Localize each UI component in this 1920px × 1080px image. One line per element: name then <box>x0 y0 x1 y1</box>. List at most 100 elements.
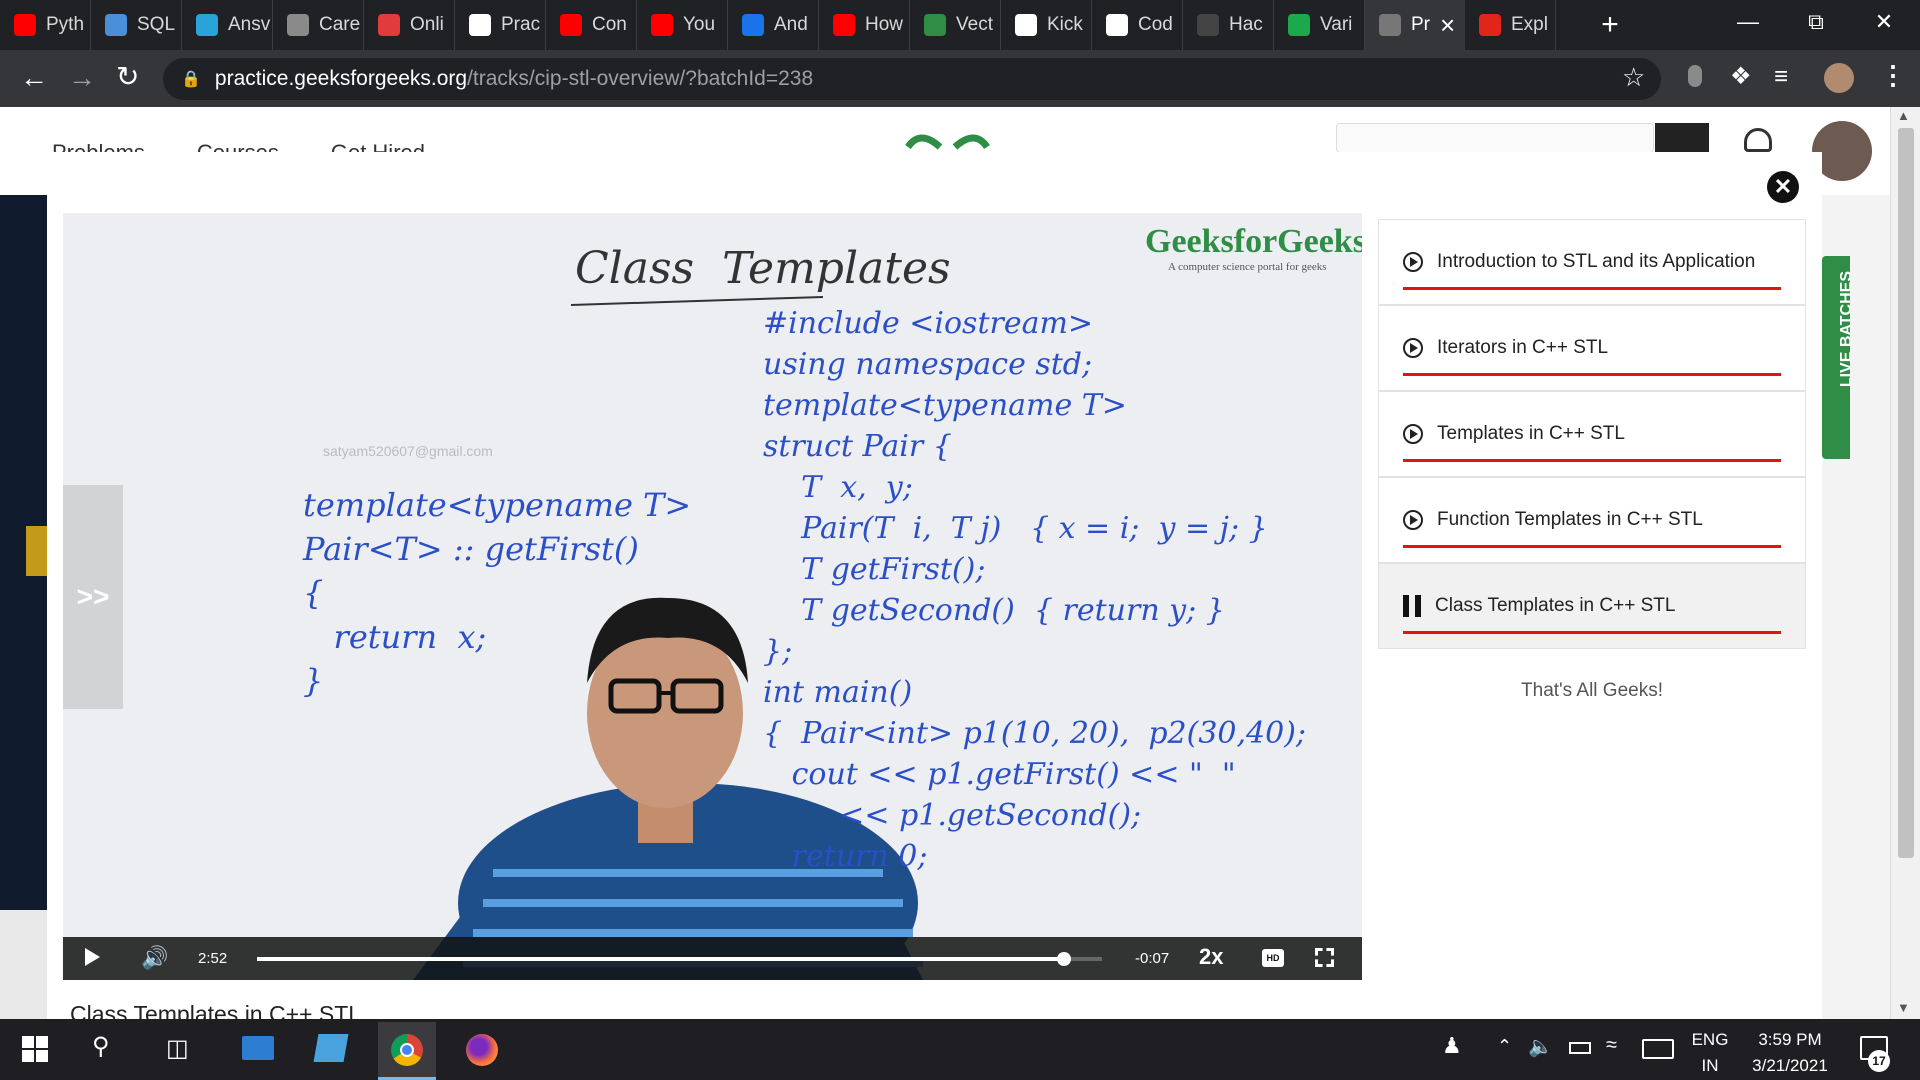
browser-tab[interactable]: SQL <box>91 0 182 50</box>
browser-tab[interactable]: How <box>819 0 910 50</box>
browser-tab[interactable]: Onli <box>364 0 455 50</box>
whiteboard-code-right: #include <iostream> using namespace std; t… <box>763 303 1306 877</box>
video-watermark-sub: A computer science portal for geeks <box>1168 261 1327 273</box>
browser-tab[interactable]: Vari <box>1274 0 1365 50</box>
wifi-icon[interactable]: ≈ <box>1606 1034 1617 1057</box>
forward-icon[interactable]: → <box>68 62 96 94</box>
notepad-icon[interactable] <box>313 1034 349 1062</box>
scrollbar-thumb[interactable] <box>1898 128 1914 858</box>
browser-tab[interactable]: Ansv <box>182 0 273 50</box>
windows-taskbar <box>0 1019 1920 1080</box>
whiteboard-title: Class Templates <box>575 243 951 294</box>
speed-button[interactable]: 2x <box>1199 944 1223 970</box>
live-batches-tab[interactable]: LIVE BATCHES <box>1822 256 1850 459</box>
progress-handle[interactable] <box>1056 952 1071 966</box>
browser-tab[interactable]: And <box>728 0 819 50</box>
adobe-icon <box>1479 14 1501 36</box>
close-modal-icon[interactable]: ✕ <box>1767 171 1799 203</box>
playlist-item-title: Class Templates in C++ STL <box>1435 595 1676 616</box>
whiteboard-code-line: Pair<T> :: getFirst() <box>303 530 639 568</box>
battery-icon[interactable] <box>1569 1042 1591 1054</box>
show-hidden-icons[interactable]: ⌃ <box>1497 1036 1512 1057</box>
reload-icon[interactable]: ↻ <box>116 60 139 93</box>
play-icon[interactable] <box>85 948 100 966</box>
nav-get-hired[interactable]: Get Hired <box>331 140 425 152</box>
whiteboard-code-line: T x, y; <box>763 470 913 505</box>
clock[interactable]: 3:59 PM 3/21/2021 <box>1740 1027 1840 1079</box>
bookmark-star-icon[interactable]: ☆ <box>1622 62 1645 93</box>
browser-tab[interactable]: Care <box>273 0 364 50</box>
browser-tab-label: Prac <box>501 14 541 35</box>
browser-tab[interactable]: Prac <box>455 0 546 50</box>
gfg-logo[interactable] <box>900 125 995 152</box>
url-host: practice.geeksforgeeks.org <box>214 67 468 90</box>
scroll-down-icon[interactable]: ▼ <box>1897 1000 1910 1015</box>
browser-tab-label: Vari <box>1320 14 1353 35</box>
browser-tab[interactable]: You <box>637 0 728 50</box>
notification-count-badge: 17 <box>1868 1050 1890 1072</box>
media-control-icon[interactable]: ≡ <box>1774 63 1788 91</box>
site-search-button[interactable] <box>1655 123 1709 153</box>
browser-tab[interactable]: Pyth <box>0 0 91 50</box>
browser-tab[interactable]: Cod <box>1092 0 1183 50</box>
speaker-icon[interactable]: 🔈 <box>1528 1034 1553 1059</box>
chrome-menu-icon[interactable]: ⋮ <box>1880 60 1906 91</box>
people-icon[interactable]: ♟ <box>1442 1033 1462 1059</box>
keyboard-icon[interactable] <box>1642 1039 1674 1059</box>
volume-icon[interactable]: 🔊 <box>141 945 168 971</box>
lock-icon: 🔒 <box>181 71 201 88</box>
scroll-up-icon[interactable]: ▲ <box>1897 108 1910 123</box>
playlist-item[interactable]: Iterators in C++ STL <box>1378 305 1806 391</box>
windows-start-icon[interactable] <box>22 1036 48 1062</box>
nav-problems[interactable]: Problems <box>52 140 145 152</box>
whiteboard-code-line: }; <box>763 634 793 669</box>
close-tab-icon[interactable]: × <box>1440 10 1455 41</box>
playlist-item[interactable]: Introduction to STL and its Application <box>1378 219 1806 305</box>
bell-icon[interactable] <box>1744 128 1772 152</box>
profile-avatar[interactable] <box>1824 63 1854 93</box>
nav-courses[interactable]: Courses <box>197 140 279 152</box>
play-circle-icon <box>1403 252 1423 272</box>
task-view-icon[interactable]: ◫ <box>166 1034 189 1063</box>
video-player[interactable]: >> GeeksforGeeks A computer science port… <box>63 213 1362 980</box>
browser-tab[interactable]: Kick <box>1001 0 1092 50</box>
document-icon <box>105 14 127 36</box>
browser-tab[interactable]: Pr × <box>1365 0 1465 50</box>
minimize-icon[interactable]: — <box>1714 9 1782 35</box>
whiteboard-code-left: template<typename T> Pair<T> :: getFirst(… <box>303 483 691 703</box>
playlist-footer: That's All Geeks! <box>1521 680 1663 701</box>
new-tab-button[interactable]: + <box>1590 8 1630 42</box>
browser-tab[interactable]: Vect <box>910 0 1001 50</box>
restore-icon[interactable]: ⧉ <box>1782 9 1850 35</box>
browser-tab[interactable]: Expl <box>1465 0 1556 50</box>
google-icon <box>1015 14 1037 36</box>
close-window-icon[interactable]: ✕ <box>1850 9 1918 35</box>
sidebar-toggle-label: >> <box>76 581 110 612</box>
site-search-input[interactable] <box>1336 123 1654 153</box>
language-indicator[interactable]: ENG IN <box>1690 1027 1730 1079</box>
sidebar-toggle-button[interactable]: >> <box>63 485 123 709</box>
playlist-item[interactable]: Class Templates in C++ STL <box>1378 563 1806 649</box>
pause-icon <box>1403 595 1421 617</box>
whiteboard-code-line: } <box>303 662 324 700</box>
playlist-item[interactable]: Templates in C++ STL <box>1378 391 1806 477</box>
hd-button[interactable]: HD <box>1262 949 1284 967</box>
back-icon[interactable]: ← <box>20 62 48 94</box>
google-icon <box>1106 14 1128 36</box>
address-bar[interactable]: 🔒 practice.geeksforgeeks.org/tracks/cip-… <box>163 58 1661 100</box>
extension-icon[interactable] <box>1688 65 1702 87</box>
this-pc-icon[interactable] <box>242 1036 274 1060</box>
youtube-icon <box>14 14 36 36</box>
playlist-item-progress <box>1403 459 1781 462</box>
playlist-item[interactable]: Function Templates in C++ STL <box>1378 477 1806 563</box>
search-icon[interactable]: ⚲ <box>92 1032 110 1061</box>
browser-tab[interactable]: Con <box>546 0 637 50</box>
firefox-icon[interactable] <box>466 1034 498 1066</box>
clock-date: 3/21/2021 <box>1752 1056 1828 1075</box>
extensions-puzzle-icon[interactable]: ❖ <box>1730 62 1752 91</box>
browser-tab-label: How <box>865 14 904 35</box>
browser-tab[interactable]: Hac <box>1183 0 1274 50</box>
browser-tab-label: Vect <box>956 14 993 35</box>
lang-top: ENG <box>1691 1030 1729 1049</box>
gfg-icon <box>924 14 946 36</box>
